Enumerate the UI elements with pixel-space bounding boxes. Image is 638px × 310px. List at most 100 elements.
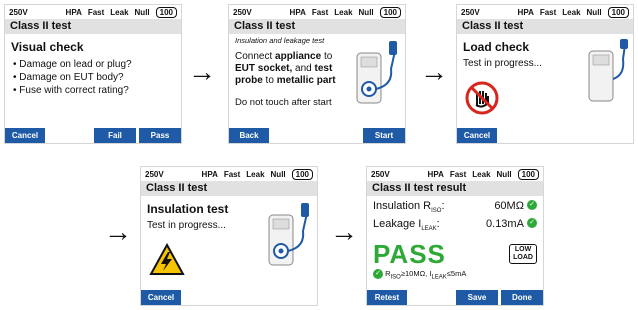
retest-button[interactable]: Retest [367, 290, 407, 305]
heading: Visual check [11, 40, 84, 54]
leakage-label: Leakage ILEAK: [373, 218, 440, 233]
text: metallic part [276, 75, 336, 86]
hpa-label: HPA [289, 7, 306, 17]
status-bar: 250V HPA Fast Leak Null 100 [457, 5, 633, 19]
status-bar: 250V HPA Fast Leak Null 100 [229, 5, 405, 19]
cancel-button[interactable]: Cancel [141, 290, 181, 305]
screen-visual-check: 250V HPA Fast Leak Null 100 Class II tes… [4, 4, 182, 144]
text: LOW [514, 246, 532, 254]
text: to [321, 51, 333, 62]
hpa-label: HPA [65, 7, 82, 17]
fast-label: Fast [539, 7, 557, 17]
start-button[interactable]: Start [363, 128, 405, 143]
text: ≤5mA [446, 269, 467, 279]
battery-indicator: 100 [379, 6, 401, 18]
leak-label: Leak [472, 169, 491, 179]
cancel-button[interactable]: Cancel [5, 128, 45, 143]
fast-label: Fast [223, 169, 241, 179]
screen-load-check: 250V HPA Fast Leak Null 100 Class II tes… [456, 4, 634, 144]
text: probe [235, 75, 263, 86]
leak-label: Leak [246, 169, 265, 179]
back-button[interactable]: Back [229, 128, 269, 143]
fast-label: Fast [449, 169, 467, 179]
null-label: Null [586, 7, 602, 17]
text: ≥10MΩ, I [400, 269, 432, 279]
leak-label: Leak [562, 7, 581, 17]
status-bar: 250V HPA Fast Leak Null 100 [367, 167, 543, 181]
leakage-value: 0.13mA [486, 218, 524, 231]
leak-label: Leak [334, 7, 353, 17]
insulation-value: 60MΩ [494, 200, 524, 212]
text: EUT socket, [235, 63, 293, 74]
pass-button[interactable]: Pass [139, 128, 181, 143]
fail-button[interactable]: Fail [94, 128, 136, 143]
text: test [314, 63, 333, 74]
text: appliance [275, 51, 322, 62]
checklist-item: • Damage on EUT body? [13, 72, 124, 83]
arrow-icon: → [188, 56, 216, 87]
fast-label: Fast [311, 7, 329, 17]
null-label: Null [270, 169, 286, 179]
done-button[interactable]: Done [501, 290, 543, 305]
battery-indicator: 100 [517, 168, 539, 180]
voltage-label: 250V [9, 7, 28, 17]
screen-title: Class II test [141, 181, 317, 196]
status-bar: 250V HPA Fast Leak Null 100 [5, 5, 181, 19]
tester-probe-icon [356, 41, 397, 104]
null-label: Null [134, 7, 150, 17]
cancel-button[interactable]: Cancel [457, 128, 497, 143]
hpa-label: HPA [427, 169, 444, 179]
checklist-item: • Fuse with correct rating? [13, 85, 129, 96]
battery-indicator: 100 [291, 168, 313, 180]
insulation-row: Insulation RISO: 60MΩ ✓ [373, 200, 537, 218]
arrow-icon: → [330, 216, 358, 247]
screen-title: Class II test [5, 19, 181, 34]
check-icon: ✓ [527, 200, 537, 210]
screen-title: Class II test [457, 19, 633, 34]
battery-indicator: 100 [155, 6, 177, 18]
instruction: Connect appliance to EUT socket, and tes… [235, 51, 347, 87]
pass-criteria: ✓ RISO≥10MΩ, ILEAK≤5mA [373, 269, 537, 281]
voltage-label: 250V [461, 7, 480, 17]
low-load-badge: LOW LOAD [509, 244, 537, 265]
voltage-label: 250V [145, 169, 164, 179]
hpa-label: HPA [517, 7, 534, 17]
text: ISO [390, 274, 401, 281]
screen-title: Class II test result [367, 181, 543, 196]
leakage-row: Leakage ILEAK: 0.13mA ✓ [373, 218, 537, 236]
text: Connect [235, 51, 276, 62]
text: and [292, 63, 315, 74]
tester-probe-icon [268, 203, 309, 266]
voltage-label: 250V [233, 7, 252, 17]
null-label: Null [358, 7, 374, 17]
text: Leakage I [373, 218, 422, 231]
no-touch-icon [465, 81, 499, 115]
text: LEAK [431, 274, 447, 281]
text: ISO [431, 208, 442, 215]
text: LOAD [513, 254, 533, 262]
hpa-label: HPA [201, 169, 218, 179]
check-icon: ✓ [373, 269, 383, 280]
insulation-label: Insulation RISO: [373, 200, 445, 215]
screen-insulation-test: 250V HPA Fast Leak Null 100 Class II tes… [140, 166, 318, 306]
fast-label: Fast [87, 7, 105, 17]
voltage-label: 250V [371, 169, 390, 179]
leak-label: Leak [110, 7, 129, 17]
check-icon: ✓ [527, 218, 537, 229]
null-label: Null [496, 169, 512, 179]
arrow-icon: → [420, 56, 448, 87]
screen-insulation-leakage-setup: 250V HPA Fast Leak Null 100 Class II tes… [228, 4, 406, 144]
battery-indicator: 100 [607, 6, 629, 18]
screen-test-result: 250V HPA Fast Leak Null 100 Class II tes… [366, 166, 544, 306]
high-voltage-warning-icon [149, 243, 185, 275]
screen-title: Class II test [229, 19, 405, 34]
tester-icon [588, 39, 628, 102]
save-button[interactable]: Save [456, 290, 498, 305]
result-pass: PASS [373, 239, 446, 270]
checklist-item: • Damage on lead or plug? [13, 59, 132, 70]
status-bar: 250V HPA Fast Leak Null 100 [141, 167, 317, 181]
text: to [262, 75, 277, 86]
text: Insulation R [373, 200, 432, 212]
arrow-icon: → [104, 216, 132, 247]
text: LEAK [421, 226, 437, 233]
